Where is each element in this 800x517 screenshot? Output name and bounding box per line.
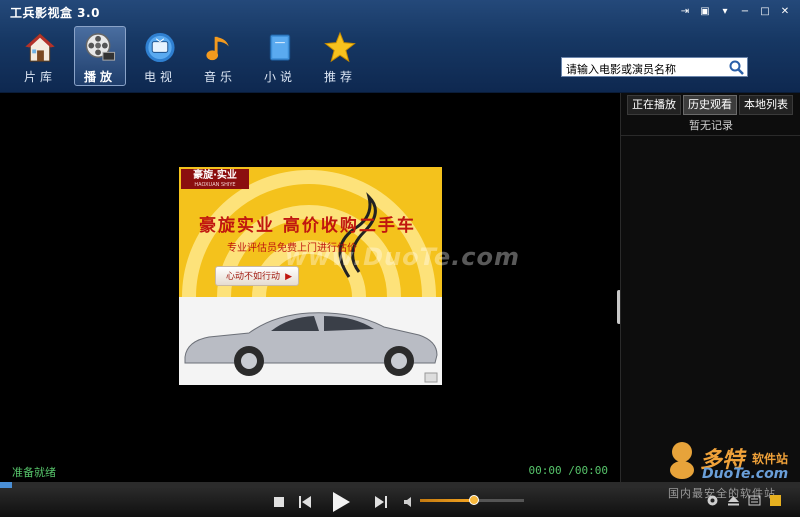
nav-item-novel[interactable]: 小说	[254, 26, 306, 86]
search-icon[interactable]	[729, 60, 744, 75]
tv-icon	[145, 32, 175, 63]
volume-slider-knob[interactable]	[469, 495, 480, 505]
search-input[interactable]	[562, 60, 730, 79]
book-icon	[269, 34, 291, 61]
volume-slider[interactable]	[420, 495, 524, 505]
maximize-icon[interactable]: □	[758, 5, 772, 19]
top-bar: 工兵影视盒 3.0 ⇥ ▣ ▾ − □ ✕ 片库 播放 电视 音乐 小说 推荐 …	[0, 0, 800, 93]
nav-label: 电视	[143, 70, 176, 84]
next-icon[interactable]	[374, 495, 388, 509]
ad-brand-sub: HAOXUAN SHIYE	[194, 182, 236, 188]
film-reel-icon	[85, 33, 116, 61]
panel-tabs: 正在播放 历史观看 本地列表	[627, 95, 793, 115]
pin-icon[interactable]: ⇥	[678, 5, 692, 19]
status-text: 准备就绪	[12, 466, 56, 479]
tab-history[interactable]: 历史观看	[683, 95, 737, 115]
previous-icon[interactable]	[298, 495, 312, 509]
playlist-panel: 正在播放 历史观看 本地列表 暂无记录	[620, 93, 800, 485]
nav-item-play[interactable]: 播放	[74, 26, 126, 86]
time-display: 00:00 /00:00	[528, 464, 608, 477]
window-controls: ⇥ ▣ ▾ − □ ✕	[678, 5, 792, 19]
nav-label: 音乐	[203, 70, 236, 84]
nav-item-tv[interactable]: 电视	[134, 26, 186, 86]
main-nav: 片库 播放 电视 音乐 小说 推荐	[14, 26, 366, 86]
ad-banner[interactable]: 豪旋·实业 HAOXUAN SHIYE 豪旋实业 高价收购二手车 专业评估员免费…	[179, 167, 442, 385]
skin-icon[interactable]: ▣	[698, 5, 712, 19]
eject-icon[interactable]	[727, 494, 740, 507]
settings-icon[interactable]	[706, 494, 719, 507]
play-icon[interactable]	[330, 490, 352, 514]
control-tray	[706, 494, 782, 507]
star-icon	[324, 31, 356, 63]
menu-icon[interactable]: ▾	[718, 5, 732, 19]
corner-brand-domain: DuoTe.com	[702, 466, 789, 482]
empty-state-text: 暂无记录	[689, 119, 733, 132]
nav-item-music[interactable]: 音乐	[194, 26, 246, 86]
close-icon[interactable]: ✕	[778, 5, 792, 19]
volume-slider-fill	[420, 499, 475, 502]
watermark: www.DuoTe.com	[285, 243, 520, 271]
nav-item-recommend[interactable]: 推荐	[314, 26, 366, 86]
stop-icon[interactable]	[273, 496, 285, 508]
tab-local-list[interactable]: 本地列表	[739, 95, 793, 115]
ad-cta-label: 心动不如行动	[226, 272, 281, 282]
playlist-icon[interactable]	[748, 494, 761, 507]
ad-brand: 豪旋·实业 HAOXUAN SHIYE	[181, 169, 249, 189]
nav-label: 片库	[23, 70, 56, 84]
nav-item-library[interactable]: 片库	[14, 26, 66, 86]
corner-brand-suffix: 软件站	[752, 452, 789, 466]
house-icon	[25, 33, 55, 62]
video-area[interactable]: 豪旋·实业 HAOXUAN SHIYE 豪旋实业 高价收购二手车 专业评估员免费…	[0, 93, 618, 485]
ad-brand-name: 豪旋·实业	[193, 170, 237, 181]
tab-now-playing[interactable]: 正在播放	[627, 95, 681, 115]
minimize-icon[interactable]: −	[738, 5, 752, 19]
nav-label: 小说	[263, 70, 296, 84]
panel-divider	[621, 135, 800, 136]
nav-label: 播放	[83, 70, 116, 84]
app-title: 工兵影视盒 3.0	[10, 6, 100, 20]
nav-label: 推荐	[323, 70, 356, 84]
ad-headline: 豪旋实业 高价收购二手车	[199, 216, 416, 236]
mascot-icon	[670, 442, 694, 479]
fullscreen-icon[interactable]	[769, 494, 782, 507]
car-image	[179, 297, 442, 385]
search-box	[561, 57, 748, 79]
volume-icon[interactable]	[403, 496, 415, 508]
music-note-icon	[206, 36, 229, 61]
